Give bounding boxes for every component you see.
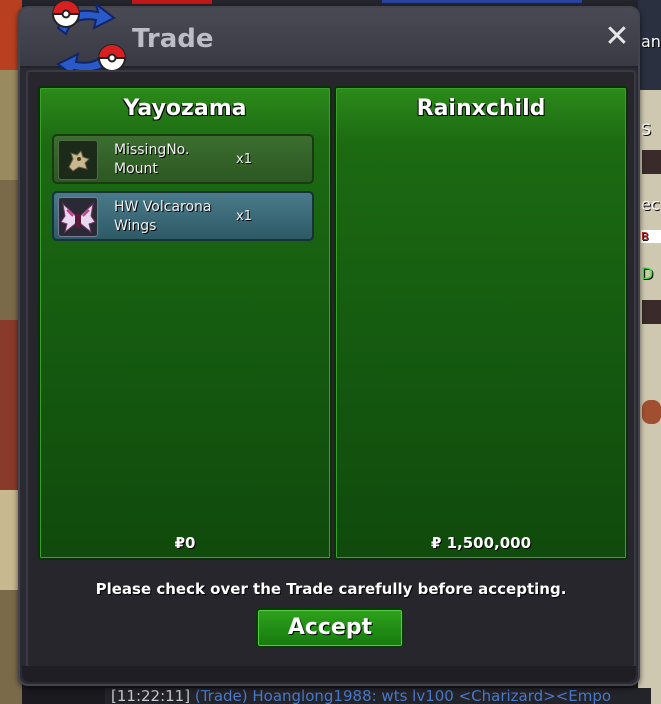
- hud-bar-blue: [382, 0, 582, 3]
- item-name: MissingNo. Mount: [114, 142, 190, 177]
- chat-timestamp: [11:22:11]: [111, 688, 191, 704]
- trade-item[interactable]: HW Volcarona Wings x1: [52, 191, 314, 241]
- bg-text: S: [641, 120, 652, 139]
- trade-item[interactable]: MissingNo. Mount x1: [52, 134, 314, 184]
- volcarona-wings-icon: [58, 197, 98, 237]
- money-offer-left: ₽0: [174, 534, 196, 552]
- trade-content: Yayozama MissingNo. Mount x1 HW Volcaron…: [26, 70, 636, 668]
- bg-text: D: [641, 264, 654, 283]
- scene-tile: [642, 300, 661, 324]
- window-footer: [22, 666, 636, 682]
- missingno-mount-icon: [58, 140, 98, 180]
- bg-text: an: [641, 32, 661, 51]
- item-name: HW Volcarona Wings: [114, 199, 212, 234]
- money-offer-right: ₽ 1,500,000: [430, 534, 532, 552]
- player-name-left: Yayozama: [123, 96, 247, 121]
- hud-bar-red: [132, 0, 212, 4]
- scene-tile: [642, 150, 661, 174]
- chat-message: (Trade) Hoanglong1988: wts lv100 <Chariz…: [190, 688, 612, 704]
- bg-text: B: [641, 230, 661, 243]
- trade-window: Trade ✕ Yayozama MissingNo. Mount x1 HW …: [18, 0, 640, 686]
- window-title: Trade: [132, 24, 214, 54]
- chat-log-line: [11:22:11] (Trade) Hoanglong1988: wts lv…: [105, 688, 651, 704]
- accept-button[interactable]: Accept: [256, 608, 404, 648]
- player-name-right: Rainxchild: [416, 96, 546, 121]
- item-quantity: x1: [236, 209, 252, 224]
- close-button[interactable]: ✕: [604, 22, 630, 52]
- bg-text: ec: [641, 195, 660, 214]
- offer-panel-right: Rainxchild ₽ 1,500,000: [334, 86, 628, 560]
- offer-panel-left: Yayozama MissingNo. Mount x1 HW Volcaron…: [38, 86, 332, 560]
- trade-notice: Please check over the Trade carefully be…: [95, 580, 567, 598]
- game-background-right: an S ec B D: [638, 0, 661, 704]
- item-quantity: x1: [236, 152, 252, 167]
- scene-tile: [642, 400, 661, 424]
